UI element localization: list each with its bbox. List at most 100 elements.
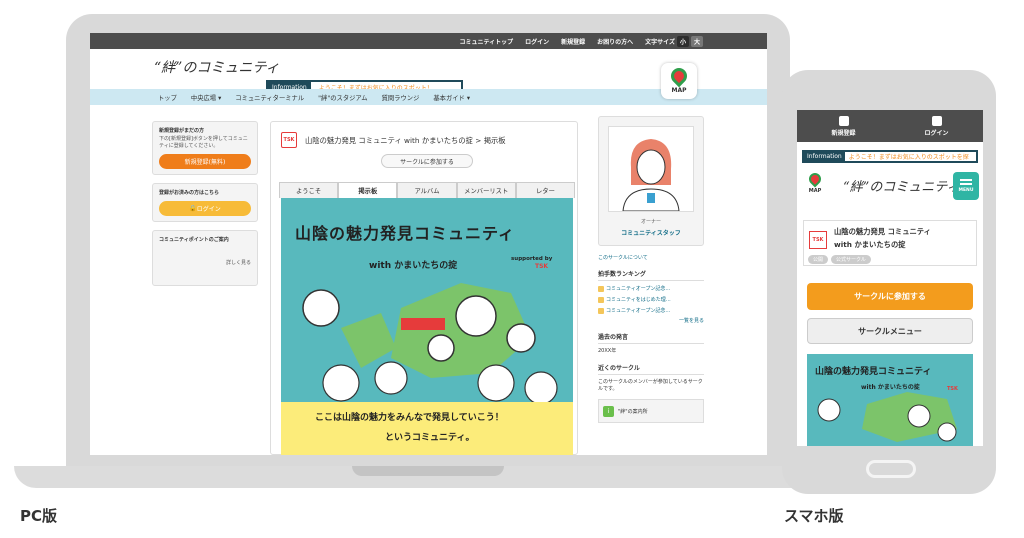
map-pin-icon	[667, 64, 691, 88]
sp-login-label: ログイン	[924, 129, 949, 137]
join-circle-button[interactable]: サークルに参加する	[381, 154, 473, 168]
pc-topbar: コミュニティトップ ログイン 新規登録 お困りの方へ 文字サイズ 小 大	[90, 33, 767, 49]
person-icon	[622, 139, 680, 212]
font-size-control: 文字サイズ 小 大	[645, 35, 703, 47]
login-title: 登録がお済みの方はこちら	[159, 190, 220, 196]
sp-info-label: Information	[804, 152, 845, 161]
ranking-item-label: コミュニティオープン記念…	[606, 308, 671, 314]
past-post-item[interactable]: 20XX年	[598, 348, 704, 355]
sp-menu-label: MENU	[958, 188, 974, 193]
left-sidebar: 新規登録がまだの方 下の[新規登録]ボタンを押してコミュニティに登録してください…	[152, 121, 258, 294]
sp-banner-tsk: TSK	[947, 386, 958, 392]
nav-top[interactable]: トップ	[158, 93, 177, 102]
banner-slogan-2: というコミュニティ。	[385, 433, 475, 443]
ranking-item-label: コミュニティオープン記念…	[606, 286, 671, 292]
page-title: 山陰の魅力発見 コミュニティ with かまいたちの掟 > 掲示板	[305, 136, 506, 145]
info-icon: i	[603, 405, 614, 417]
laptop-notch	[352, 466, 504, 476]
banner-supported-by: supported by	[511, 256, 553, 262]
community-banner: 山陰の魅力発見コミュニティ with かまいたちの掟 supported by …	[281, 198, 573, 455]
right-sidebar: オーナー コミュニティスタッフ このサークルについて 拍手数ランキング コミュニ…	[598, 116, 704, 423]
sp-map-label: MAP	[808, 188, 822, 194]
owner-name[interactable]: コミュニティスタッフ	[599, 228, 703, 237]
hamburger-line	[960, 183, 972, 185]
main-content: TSK 山陰の魅力発見 コミュニティ with かまいたちの掟 > 掲示板 サー…	[270, 121, 578, 455]
banner-tsk: TSK	[535, 263, 549, 270]
topbar-login[interactable]: ログイン	[525, 37, 549, 46]
about-circle-link[interactable]: このサークルについて	[598, 254, 704, 261]
ranking-item-label: コミュニティをはじめた理…	[606, 297, 671, 303]
tab-board[interactable]: 掲示板	[338, 182, 398, 198]
login-button-label: ログイン	[196, 206, 221, 213]
owner-box: オーナー コミュニティスタッフ	[598, 116, 704, 246]
banner-with: with かまいたちの掟	[369, 261, 458, 271]
points-title: コミュニティポイントのご案内	[159, 237, 229, 243]
font-large-button[interactable]: 大	[690, 35, 703, 47]
banner-title: 山陰の魅力発見コミュニティ	[295, 224, 516, 243]
sp-map-button[interactable]: MAP	[803, 170, 827, 199]
points-link[interactable]: 詳しく見る	[159, 259, 251, 266]
sp-circle-menu-button[interactable]: サークルメニュー	[807, 318, 973, 344]
register-title: 新規登録がまだの方	[159, 128, 205, 134]
site-logo[interactable]: “絆”のコミュニティ	[154, 57, 279, 77]
tab-bar: ようこそ 掲示板 アルバム メンバーリスト レター	[279, 182, 576, 198]
tab-letter[interactable]: レター	[515, 182, 576, 198]
topbar-help[interactable]: お困りの方へ	[597, 37, 633, 46]
banner-slogan-1: ここは山陰の魅力をみんなで発見していこう！	[315, 413, 504, 423]
sp-banner-with: with かまいたちの掟	[861, 384, 920, 391]
font-small-button[interactable]: 小	[676, 35, 689, 47]
nav-stadium[interactable]: "絆"のスタジアム	[318, 93, 367, 102]
sp-site-logo[interactable]: “絆”のコミュニティ	[843, 176, 960, 195]
ranking-more-link[interactable]: 一覧を見る	[598, 317, 704, 324]
register-box: 新規登録がまだの方 下の[新規登録]ボタンを押してコミュニティに登録してください…	[152, 121, 258, 175]
owner-avatar[interactable]	[608, 126, 694, 212]
login-button[interactable]: 🔒 ログイン	[159, 201, 251, 216]
ranking-item[interactable]: コミュニティオープン記念…	[598, 285, 704, 292]
ranking-item[interactable]: コミュニティオープン記念…	[598, 307, 704, 314]
user-add-icon	[838, 115, 849, 126]
tab-member-list[interactable]: メンバーリスト	[456, 182, 516, 198]
topbar-community-top[interactable]: コミュニティトップ	[459, 37, 513, 46]
sp-register-button[interactable]: 新規登録	[797, 110, 890, 142]
sp-community-banner: 山陰の魅力発見コミュニティ with かまいたちの掟 TSK	[807, 354, 973, 446]
sp-menu-button[interactable]: MENU	[953, 172, 979, 200]
rank-icon	[598, 285, 604, 292]
map-pin-icon	[806, 170, 824, 188]
sp-circle-card: TSK 山陰の魅力発見 コミュニティ with かまいたちの掟 公開 公式サーク…	[803, 220, 977, 266]
nav-community-terminal[interactable]: コミュニティターミナル	[235, 93, 304, 102]
phone-home-button	[866, 460, 916, 478]
ranking-item[interactable]: コミュニティをはじめた理…	[598, 296, 704, 303]
lock-icon: 🔒	[189, 205, 197, 212]
rank-icon	[598, 296, 604, 303]
lock-icon	[931, 115, 942, 126]
pc-label: PC版	[20, 507, 58, 525]
sp-login-button[interactable]: ログイン	[890, 110, 983, 142]
register-button[interactable]: 新規登録(無料)	[159, 154, 251, 169]
nearby-circle-item[interactable]: i "絆"の案内所	[598, 399, 704, 423]
pc-screen: コミュニティトップ ログイン 新規登録 お困りの方へ 文字サイズ 小 大 “絆”…	[90, 33, 767, 455]
join-button-label: サークルに参加する	[400, 158, 454, 166]
login-box: 登録がお済みの方はこちら 🔒 ログイン	[152, 183, 258, 222]
hamburger-icon	[960, 179, 972, 181]
nav-central-plaza[interactable]: 中央広場 ▾	[191, 93, 221, 102]
sp-join-button[interactable]: サークルに参加する	[807, 283, 973, 310]
ranking-heading: 拍手数ランキング	[598, 269, 704, 281]
nav-basic-guide[interactable]: 基本ガイド ▾	[433, 93, 470, 102]
owner-label: オーナー	[640, 219, 661, 225]
map-button[interactable]: MAP	[661, 63, 697, 99]
topbar-register[interactable]: 新規登録	[561, 37, 585, 46]
rank-icon	[598, 307, 604, 314]
sp-register-label: 新規登録	[831, 129, 856, 137]
past-posts-heading: 過去の発言	[598, 332, 704, 344]
register-button-label: 新規登録(無料)	[184, 159, 226, 166]
tab-welcome[interactable]: ようこそ	[279, 182, 339, 198]
nav-question-lounge[interactable]: 質問ラウンジ	[382, 93, 420, 102]
sp-screen: 新規登録 ログイン Information ようこそ！まずはお気に入りのスポット…	[797, 110, 983, 446]
map-label: MAP	[671, 87, 687, 94]
register-desc: 下の[新規登録]ボタンを押してコミュニティに登録してください。	[159, 136, 248, 149]
sp-label: スマホ版	[784, 507, 844, 525]
sp-info-ticker[interactable]: Information ようこそ！まずはお気に入りのスポットを探	[802, 150, 978, 163]
tab-album[interactable]: アルバム	[397, 182, 457, 198]
sp-title-line-1: 山陰の魅力発見 コミュニティ	[834, 227, 931, 236]
sp-tag-official: 公式サークル	[831, 255, 871, 264]
